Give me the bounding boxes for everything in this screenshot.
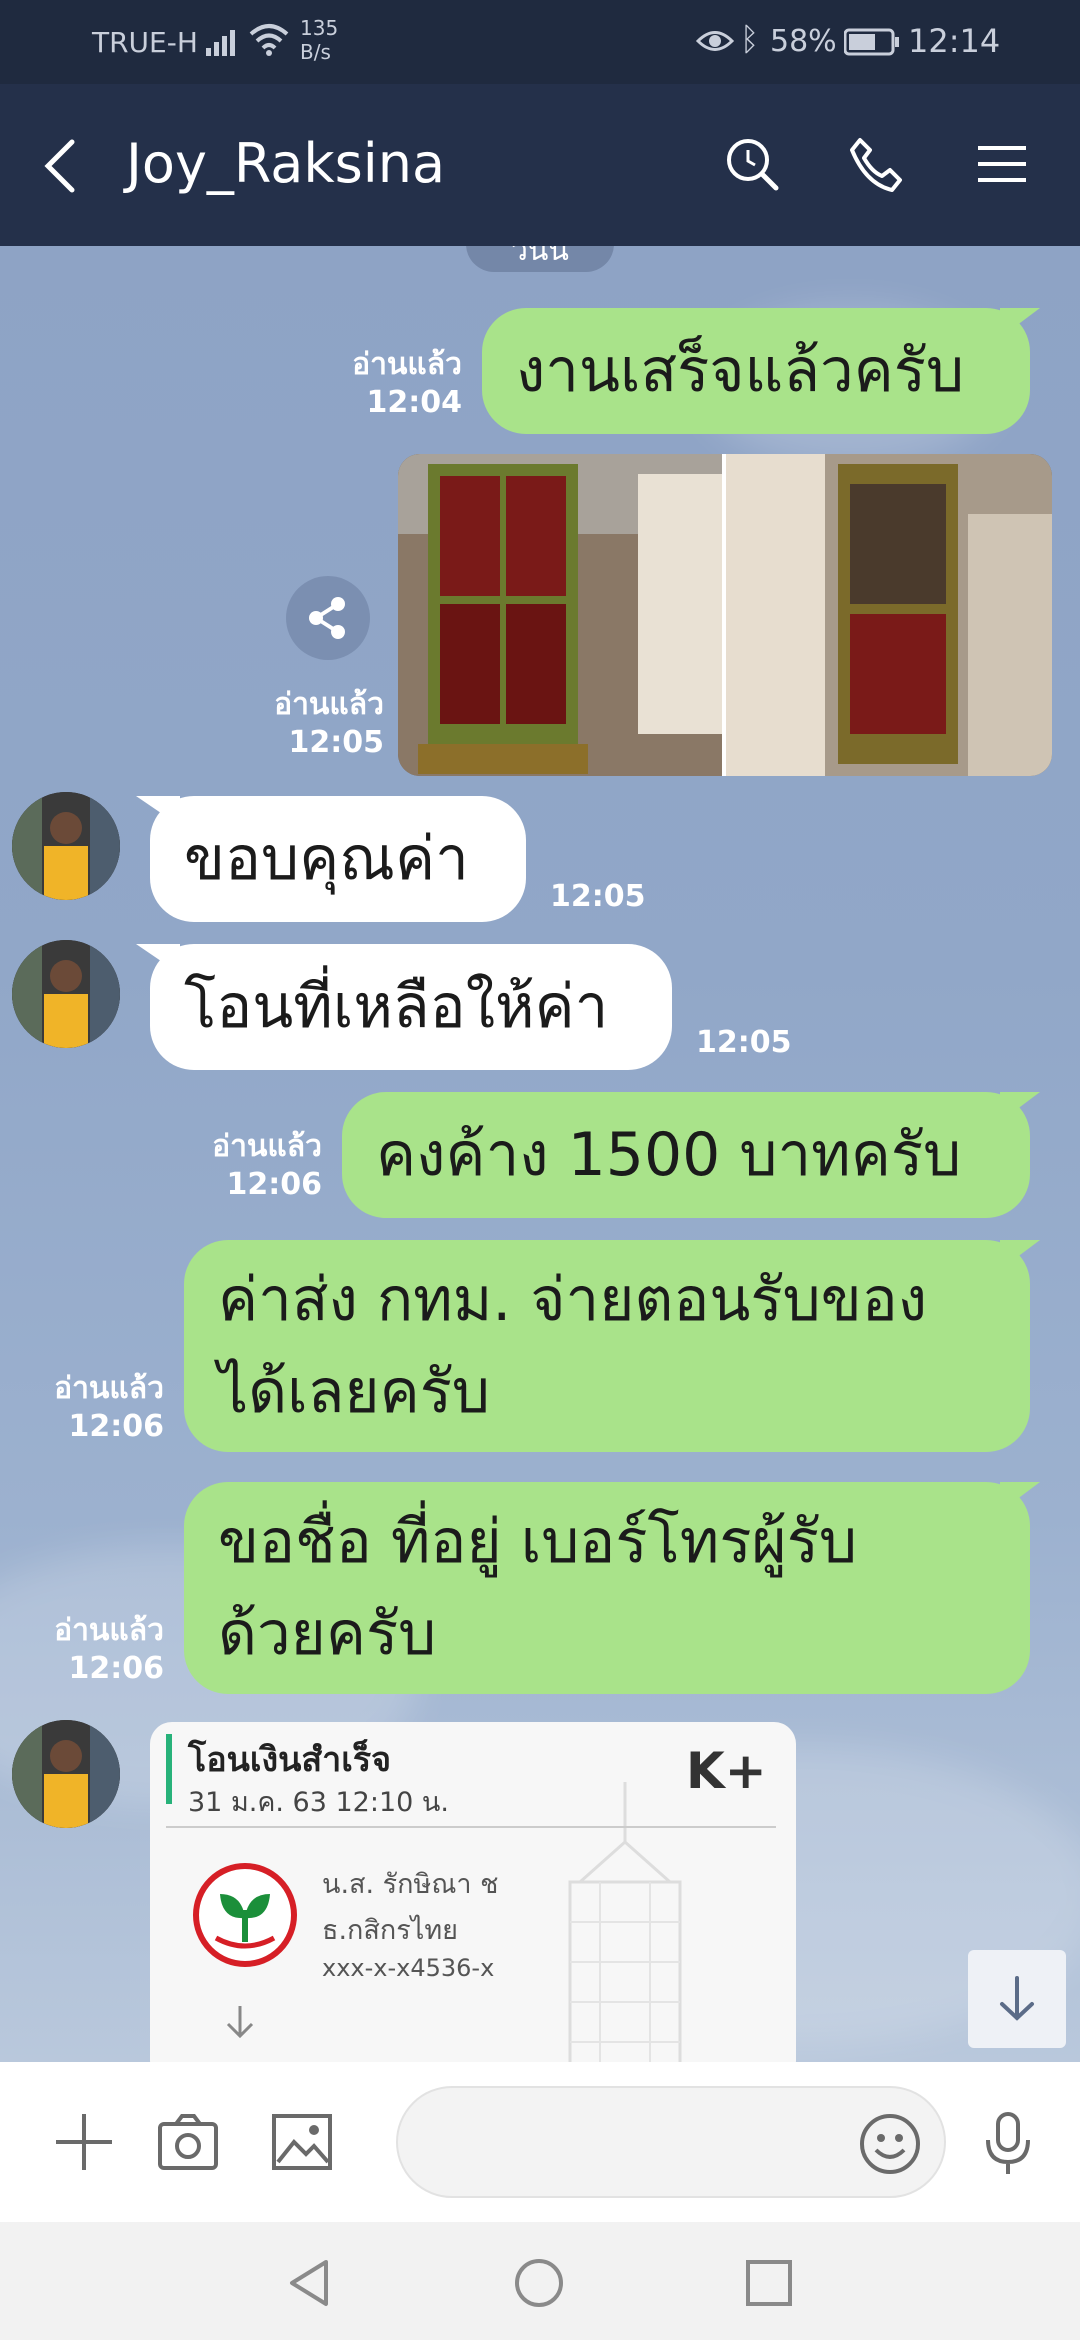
arrow-down-icon — [226, 2006, 254, 2039]
recipient-bank: ธ.กสิกรไทย — [322, 1915, 458, 1946]
recipient-name: น.ส. รักษิณา ช — [322, 1869, 499, 1900]
scroll-to-bottom-button[interactable] — [968, 1950, 1066, 2048]
phone-icon[interactable] — [846, 134, 906, 194]
battery-icon — [844, 28, 899, 56]
message-meta: อ่านแล้ว 12:06 — [54, 1371, 164, 1444]
kasikorn-bank-logo — [193, 1863, 297, 1967]
date-pill: วันนี้ — [466, 246, 614, 272]
building-watermark — [568, 1782, 682, 2062]
message-bubble-outgoing[interactable]: คงค้าง 1500 บาทครับ — [342, 1092, 1030, 1218]
microphone-icon[interactable] — [980, 2110, 1036, 2178]
avatar-image — [12, 940, 120, 1048]
message-bubble-outgoing[interactable]: งานเสร็จแล้วครับ — [482, 308, 1030, 434]
eye-icon — [696, 31, 734, 51]
back-arrow-icon[interactable] — [40, 136, 80, 196]
divider — [166, 1826, 776, 1828]
message-input-bar — [0, 2062, 1080, 2222]
message-bubble-incoming[interactable]: โอนที่เหลือให้ค่า — [150, 944, 672, 1070]
message-meta: อ่านแล้ว 12:06 — [212, 1129, 322, 1202]
plus-icon[interactable] — [52, 2110, 116, 2174]
carrier-label: TRUE-H — [92, 26, 198, 59]
transfer-slip-image[interactable]: โอนเงินสำเร็จ 31 ม.ค. 63 12:10 น. K+ น.ส… — [150, 1722, 796, 2062]
share-icon — [309, 597, 345, 639]
system-nav-bar — [0, 2222, 1080, 2340]
search-icon[interactable] — [722, 134, 782, 194]
image-icon[interactable] — [270, 2110, 334, 2174]
signal-icon — [206, 30, 235, 56]
cabinet-photo — [398, 454, 1052, 776]
photo-message[interactable] — [398, 454, 1052, 776]
message-meta: อ่านแล้ว 12:04 — [352, 347, 462, 420]
accent-bar — [166, 1734, 172, 1804]
slip-datetime: 31 ม.ค. 63 12:10 น. — [188, 1787, 449, 1818]
avatar-image — [12, 792, 120, 900]
avatar[interactable] — [12, 940, 120, 1048]
message-bubble-outgoing[interactable]: ขอชื่อ ที่อยู่ เบอร์โทรผู้รับ ด้วยครับ — [184, 1482, 1030, 1694]
message-time: 12:05 — [550, 879, 646, 914]
slip-title: โอนเงินสำเร็จ — [188, 1740, 392, 1780]
recents-square-icon[interactable] — [742, 2256, 796, 2310]
clock: 12:14 — [908, 22, 1001, 60]
battery-percent: 58% — [770, 24, 837, 59]
bluetooth-icon: ᛒ — [740, 20, 760, 58]
contact-name[interactable]: Joy_Raksina — [126, 132, 445, 195]
home-circle-icon[interactable] — [512, 2256, 566, 2310]
message-bubble-incoming[interactable]: ขอบคุณค่า — [150, 796, 526, 922]
emoji-icon[interactable] — [858, 2112, 922, 2176]
message-input[interactable] — [396, 2086, 946, 2198]
net-speed: 135 B/s — [300, 16, 339, 64]
avatar[interactable] — [12, 1720, 120, 1828]
menu-icon[interactable] — [976, 134, 1028, 194]
message-meta: อ่านแล้ว 12:06 — [54, 1613, 164, 1686]
arrow-down-icon — [1000, 1976, 1034, 2021]
wifi-icon — [249, 24, 289, 56]
back-triangle-icon[interactable] — [282, 2256, 336, 2310]
recipient-account: xxx-x-x4536-x — [322, 1954, 495, 1982]
chat-header: Joy_Raksina — [0, 84, 1080, 246]
avatar[interactable] — [12, 792, 120, 900]
message-meta: อ่านแล้ว 12:05 — [274, 687, 384, 760]
avatar-image — [12, 1720, 120, 1828]
message-bubble-outgoing[interactable]: ค่าส่ง กทม. จ่ายตอนรับของ ได้เลยครับ — [184, 1240, 1030, 1452]
chat-area[interactable]: วันนี้ อ่านแล้ว 12:04 งานเสร็จแล้วครับ อ… — [0, 246, 1080, 2062]
share-button[interactable] — [286, 576, 370, 660]
status-bar: TRUE-H 135 B/s ᛒ 58% 12:14 — [0, 0, 1080, 84]
camera-icon[interactable] — [156, 2110, 220, 2174]
message-time: 12:05 — [696, 1025, 792, 1060]
kplus-logo: K+ — [686, 1742, 767, 1800]
